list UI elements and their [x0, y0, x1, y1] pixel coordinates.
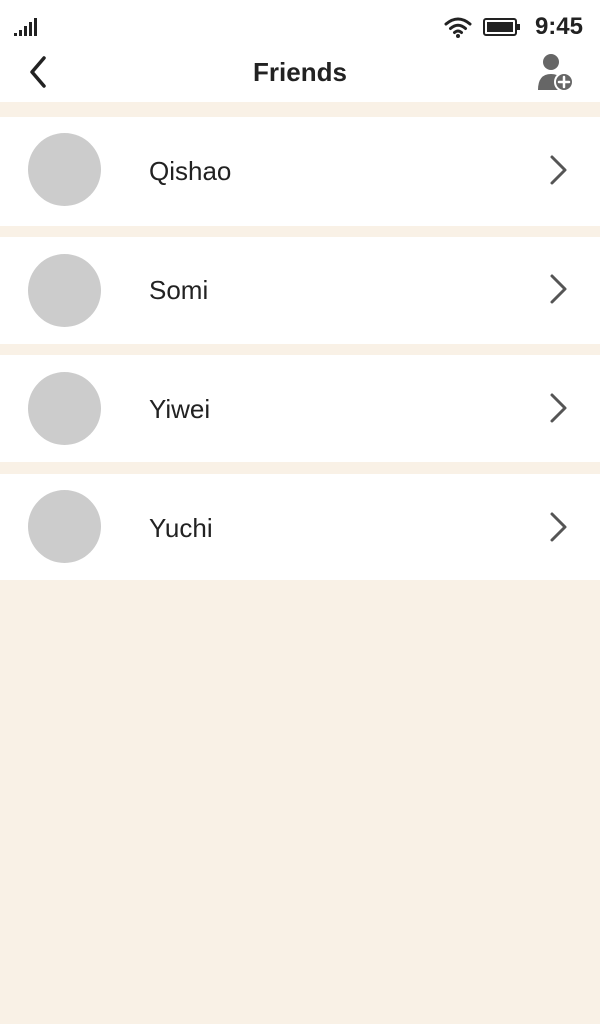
- chevron-right-icon: [550, 512, 567, 542]
- add-friend-button[interactable]: [534, 50, 578, 94]
- chevron-right-icon: [550, 274, 567, 304]
- wifi-icon: [444, 17, 472, 38]
- friend-row[interactable]: Yuchi: [0, 474, 600, 580]
- add-user-icon: [538, 54, 574, 92]
- status-bar: 9:45: [0, 0, 600, 48]
- chevron-right-icon: [550, 155, 567, 185]
- friend-name: Yiwei: [149, 394, 211, 424]
- friend-name: Yuchi: [149, 513, 213, 543]
- friend-name: Qishao: [149, 156, 232, 186]
- avatar: [28, 490, 101, 563]
- avatar: [28, 254, 101, 327]
- battery-icon: [483, 18, 520, 36]
- avatar: [28, 133, 101, 206]
- status-time: 9:45: [534, 13, 583, 40]
- friend-row[interactable]: Somi: [0, 237, 600, 344]
- avatar: [28, 372, 101, 445]
- header: Friends: [0, 48, 600, 102]
- friend-row[interactable]: Qishao: [0, 117, 600, 226]
- friend-row[interactable]: Yiwei: [0, 355, 600, 462]
- chevron-right-icon: [550, 393, 567, 423]
- signal-icon: [14, 18, 37, 36]
- page-title: Friends: [253, 57, 347, 87]
- friend-name: Somi: [149, 275, 209, 305]
